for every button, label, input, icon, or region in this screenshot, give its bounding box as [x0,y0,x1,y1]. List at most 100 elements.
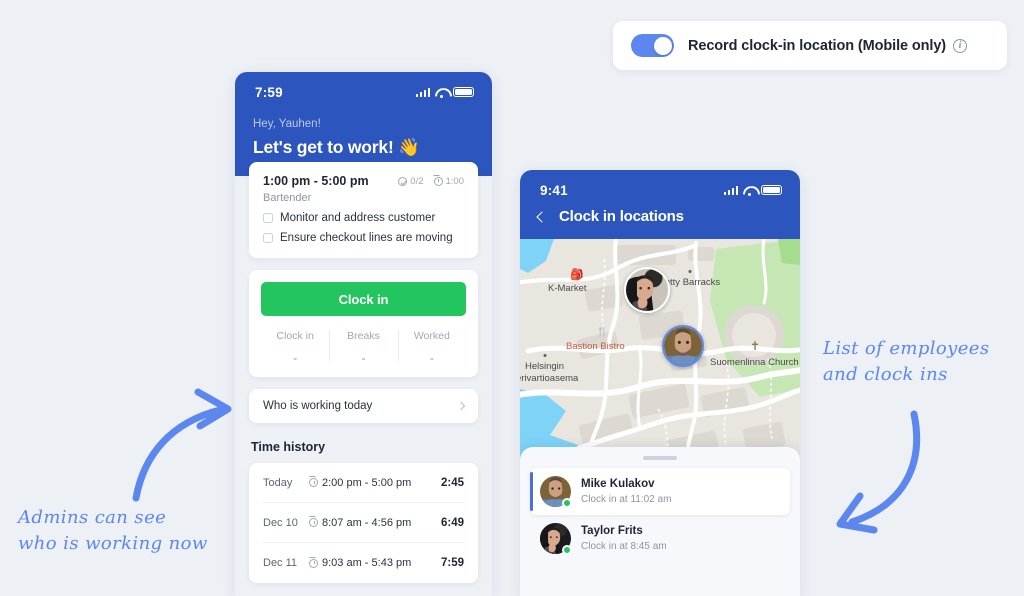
right-phone-header: 9:41 Clock in locations [520,170,800,239]
map-poi-label: Bastion Bistro [566,341,625,352]
back-chevron-icon[interactable] [536,210,548,223]
info-icon[interactable]: i [953,38,968,53]
clock-icon [308,516,318,527]
checkbox-icon[interactable] [263,233,273,243]
status-icons [723,184,782,196]
employee-name: Mike Kulakov [581,478,655,490]
right-status-bar: 9:41 [520,170,800,204]
greeting-text: Hey, Yauhen! [253,118,321,130]
record-location-card: Record clock-in location (Mobile only) i [613,21,1007,70]
annotation-left-line1: Admins can see [18,507,167,528]
map-poi-label: K-Market [548,283,587,294]
clock-in-button[interactable]: Clock in [261,282,466,316]
break-duration-value: 1:00 [445,175,465,187]
list-item-text: Taylor Frits Clock in at 8:45 am [581,525,667,552]
map-avatar-pin-taylor-frits[interactable] [624,267,670,313]
history-range: 8:07 am - 4:56 pm [308,516,441,529]
map-poi-suomenlinna-church[interactable]: ✝ Suomenlinna Church [710,339,799,368]
annotation-right-line2: and clock ins [823,364,948,386]
map-poi-k-market[interactable]: 🎒 K-Market [548,269,587,294]
cellular-signal-icon [415,87,430,98]
sheet-grabber-handle[interactable] [643,456,677,460]
page-title: Clock in locations [559,208,684,225]
employee-status: Clock in at 8:45 am [581,541,667,552]
stat-label: Breaks [347,330,380,342]
status-icons [415,86,474,98]
avatar-mike-kulakov [664,327,702,365]
clock-in-locations-phone: 9:41 Clock in locations 🎒 K-Market Jetty… [520,170,800,596]
online-status-dot [562,545,572,555]
time-history-card: Today 2:00 pm - 5:00 pm 2:45 Dec 10 8:07… [249,463,478,583]
time-history-title: Time history [251,440,326,454]
map-canvas[interactable]: 🎒 K-Market Jetty Barracks 🍴 Bastion Bist… [520,239,800,482]
task-label: Ensure checkout lines are moving [280,232,453,244]
stat-worked: Worked - [397,324,466,367]
table-row[interactable]: Dec 10 8:07 am - 4:56 pm 6:49 [263,503,464,543]
chevron-right-icon [456,401,466,411]
record-location-toggle[interactable] [631,34,674,57]
tasks-count-value: 0/2 [410,175,424,187]
annotation-right-line1: List of employees [823,338,990,359]
table-row[interactable]: Today 2:00 pm - 5:00 pm 2:45 [263,463,464,503]
battery-icon [453,86,474,98]
church-cross-icon: ✝ [750,339,761,353]
list-item[interactable]: Mike Kulakov Clock in at 11:02 am [530,468,790,515]
avatar-taylor-frits [626,269,668,311]
table-row[interactable]: Dec 11 9:03 am - 5:43 pm 7:59 [263,543,464,583]
annotation-left-line2: who is working now [18,533,208,555]
history-total: 6:49 [440,516,464,529]
history-range: 9:03 am - 5:43 pm [308,556,441,569]
list-item[interactable]: Taylor Frits Clock in at 8:45 am [530,515,790,562]
list-item-text: Mike Kulakov Clock in at 11:02 am [581,478,671,505]
employee-list-sheet: Mike Kulakov Clock in at 11:02 am Taylor… [520,447,800,596]
status-time: 7:59 [255,84,283,100]
arrow-right-annotation [836,410,921,534]
history-range: 2:00 pm - 5:00 pm [308,476,441,489]
timer-icon [433,174,443,186]
map-poi-erivartioasema[interactable]: erivartioasema [520,373,578,384]
map-poi-bastion-bistro[interactable]: 🍴 Bastion Bistro [566,327,625,352]
stat-breaks: Breaks - [329,324,397,367]
shift-meta: 0/2 1:00 [398,174,465,187]
wifi-icon [435,87,448,98]
who-is-working-today-row[interactable]: Who is working today [249,389,478,423]
shift-time: 1:00 pm - 5:00 pm [263,174,369,188]
avatar [540,523,572,555]
nav-bar: Clock in locations [520,204,800,239]
page-root: Record clock-in location (Mobile only) i… [0,0,1024,596]
task-item[interactable]: Ensure checkout lines are moving [263,232,464,244]
stat-value: - [293,351,298,365]
shift-card-top: 1:00 pm - 5:00 pm 0/2 1:00 [263,174,464,188]
restaurant-icon: 🍴 [596,327,609,338]
task-item[interactable]: Monitor and address customer [263,212,464,224]
who-is-working-today-label: Who is working today [263,400,373,412]
employee-app-phone: 7:59 Hey, Yauhen! Let's get to work! 👋 1… [235,72,492,596]
map-poi-label: Suomenlinna Church [710,357,799,368]
toggle-knob [653,36,672,55]
stat-clock-in: Clock in - [261,324,329,367]
annotation-left: Admins can see who is working now [18,505,208,557]
stat-value: - [429,351,434,365]
history-range-text: 8:07 am - 4:56 pm [322,516,412,529]
clock-in-stats: Clock in - Breaks - Worked - [261,324,466,367]
headline-text: Let's get to work! 👋 [253,137,420,157]
map-poi-label: erivartioasema [520,373,579,384]
employee-status: Clock in at 11:02 am [581,494,672,505]
battery-icon [761,184,782,196]
map-poi-helsingin[interactable]: Helsingin [525,361,564,372]
break-duration: 1:00 [433,174,465,187]
shift-card[interactable]: 1:00 pm - 5:00 pm 0/2 1:00 Bartender Mon… [249,162,478,258]
avatar [540,476,572,508]
stat-value: - [361,351,366,365]
shop-icon: 🎒 [570,269,584,281]
history-total: 7:59 [440,557,464,569]
checkbox-icon[interactable] [263,213,273,223]
shift-role: Bartender [263,192,312,204]
wifi-icon [743,185,756,196]
history-range-text: 9:03 am - 5:43 pm [322,557,412,569]
clock-icon [308,476,318,487]
map-avatar-pin-mike-kulakov[interactable] [662,325,704,367]
status-time: 9:41 [540,182,568,198]
history-total: 2:45 [440,476,464,489]
annotation-right: List of employees and clock ins [823,336,989,388]
